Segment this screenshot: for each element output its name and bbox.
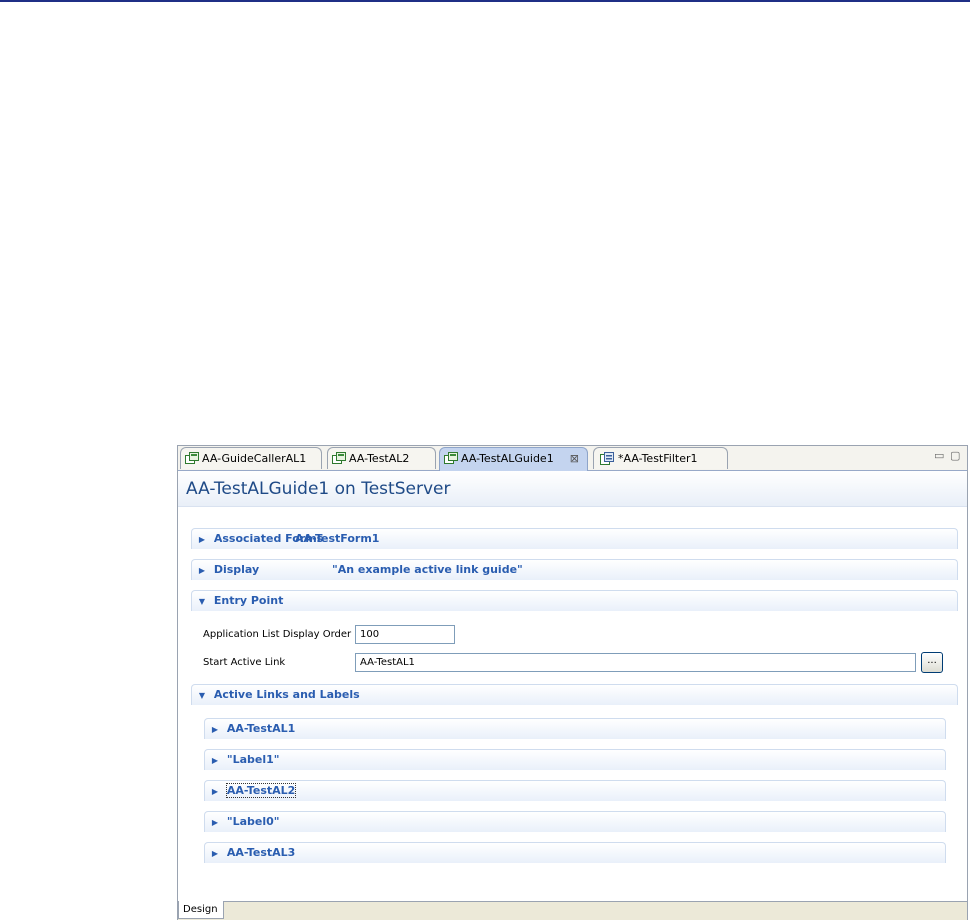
section-display[interactable]: ▶ Display "An example active link guide" bbox=[191, 559, 958, 580]
display-order-label: Application List Display Order bbox=[203, 629, 352, 640]
tab-test-al-guide1[interactable]: AA-TestALGuide1 ⊠ bbox=[439, 447, 588, 471]
section-value: AA-TestForm1 bbox=[295, 532, 380, 545]
browse-button[interactable]: ... bbox=[921, 652, 943, 673]
editor-window: AA-GuideCallerAL1 AA-TestAL2 AA-TestALGu… bbox=[177, 445, 968, 920]
collapsed-triangle-icon: ▶ bbox=[211, 818, 219, 827]
collapsed-triangle-icon: ▶ bbox=[198, 566, 206, 575]
tab-test-al2[interactable]: AA-TestAL2 bbox=[327, 447, 436, 469]
list-item-label: "Label0" bbox=[226, 815, 280, 828]
list-item-label[interactable]: ▶ "Label1" bbox=[204, 749, 946, 770]
close-icon[interactable]: ⊠ bbox=[570, 448, 579, 469]
form-icon bbox=[444, 452, 458, 464]
collapsed-triangle-icon: ▶ bbox=[198, 535, 206, 544]
list-item-label: AA-TestAL2 bbox=[225, 783, 297, 798]
list-item-active-link[interactable]: ▶ AA-TestAL3 bbox=[204, 842, 946, 863]
expanded-triangle-icon: ▼ bbox=[198, 691, 206, 700]
list-item-active-link[interactable]: ▶ AA-TestAL1 bbox=[204, 718, 946, 739]
collapsed-triangle-icon: ▶ bbox=[211, 725, 219, 734]
start-active-link-label: Start Active Link bbox=[203, 657, 286, 668]
list-item-label: AA-TestAL1 bbox=[226, 722, 296, 735]
tab-label: AA-TestALGuide1 bbox=[461, 452, 554, 465]
section-active-links[interactable]: ▼ Active Links and Labels bbox=[191, 684, 958, 705]
section-value: "An example active link guide" bbox=[332, 563, 523, 576]
page-title: AA-TestALGuide1 on TestServer bbox=[186, 479, 451, 499]
tab-label: AA-GuideCallerAL1 bbox=[202, 452, 307, 465]
list-item-label: AA-TestAL3 bbox=[226, 846, 296, 859]
maximize-icon[interactable]: ▢ bbox=[950, 449, 960, 462]
editor-header: AA-TestALGuide1 on TestServer bbox=[178, 471, 967, 507]
section-label: Active Links and Labels bbox=[213, 688, 360, 701]
form-icon bbox=[332, 452, 346, 464]
filter-icon bbox=[600, 452, 614, 465]
section-entry-point[interactable]: ▼ Entry Point bbox=[191, 590, 958, 611]
list-item-label[interactable]: ▶ "Label0" bbox=[204, 811, 946, 832]
list-item-active-link[interactable]: ▶ AA-TestAL2 bbox=[204, 780, 946, 801]
editor-tab-bar: AA-GuideCallerAL1 AA-TestAL2 AA-TestALGu… bbox=[178, 446, 967, 471]
collapsed-triangle-icon: ▶ bbox=[211, 787, 219, 796]
tab-test-filter1[interactable]: *AA-TestFilter1 bbox=[593, 447, 728, 469]
collapsed-triangle-icon: ▶ bbox=[211, 849, 219, 858]
section-label: Entry Point bbox=[213, 594, 284, 607]
tab-label: *AA-TestFilter1 bbox=[618, 452, 698, 465]
section-label: Display bbox=[213, 563, 260, 576]
start-active-link-input[interactable]: AA-TestAL1 bbox=[355, 653, 916, 672]
editor-page-tabs: Design bbox=[178, 901, 967, 920]
top-rule bbox=[0, 0, 970, 2]
display-order-input[interactable]: 100 bbox=[355, 625, 455, 644]
expanded-triangle-icon: ▼ bbox=[198, 597, 206, 606]
tab-label: AA-TestAL2 bbox=[349, 452, 410, 465]
form-icon bbox=[185, 452, 199, 464]
tab-guide-caller-al1[interactable]: AA-GuideCallerAL1 bbox=[180, 447, 322, 469]
collapsed-triangle-icon: ▶ bbox=[211, 756, 219, 765]
list-item-label: "Label1" bbox=[226, 753, 280, 766]
tab-design[interactable]: Design bbox=[178, 901, 224, 919]
minimize-icon[interactable]: ▭ bbox=[934, 449, 944, 462]
section-associated-forms[interactable]: ▶ Associated Forms AA-TestForm1 bbox=[191, 528, 958, 549]
